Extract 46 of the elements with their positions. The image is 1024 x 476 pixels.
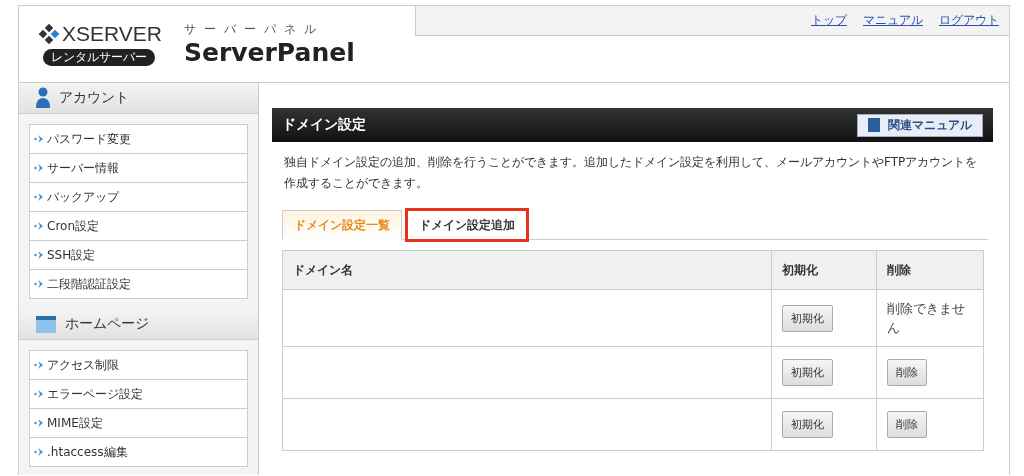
manual-button[interactable]: 関連マニュアル bbox=[857, 113, 983, 137]
menu-item[interactable]: アクセス制限 bbox=[30, 351, 247, 380]
arrow-icon bbox=[34, 163, 44, 173]
reset-button[interactable]: 初期化 bbox=[782, 411, 833, 438]
description: 独自ドメイン設定の追加、削除を行うことができます。追加したドメイン設定を利用して、メールアカウントやFTPアカウントを作成することができます。 bbox=[284, 154, 979, 192]
arrow-icon bbox=[34, 250, 44, 260]
nav-link[interactable]: ログアウト bbox=[939, 12, 999, 29]
column-header: 初期化 bbox=[771, 250, 877, 290]
menu-item[interactable]: エラーページ設定 bbox=[30, 380, 247, 409]
section-title: アカウント bbox=[59, 89, 129, 107]
reset-button[interactable]: 初期化 bbox=[782, 359, 833, 386]
menu-item[interactable]: パスワード変更 bbox=[30, 125, 247, 154]
logo-subtitle: サーバーパネル bbox=[184, 21, 325, 38]
status-text: 削除できません bbox=[887, 300, 966, 337]
menu-item[interactable]: .htaccess編集 bbox=[30, 438, 247, 466]
brand-name: XSERVER bbox=[62, 22, 162, 46]
menu-item[interactable]: サーバー情報 bbox=[30, 154, 247, 183]
window-icon bbox=[35, 314, 57, 334]
arrow-icon bbox=[34, 360, 44, 370]
arrow-icon bbox=[34, 389, 44, 399]
person-icon bbox=[35, 87, 51, 109]
menu-item[interactable]: バックアップ bbox=[30, 183, 247, 212]
arrow-icon bbox=[34, 418, 44, 428]
section-title: ホームページ bbox=[65, 315, 149, 333]
arrow-icon bbox=[34, 221, 44, 231]
diamonds-icon bbox=[39, 24, 59, 44]
reset-button[interactable]: 初期化 bbox=[782, 304, 833, 332]
panel-title: ドメイン設定 bbox=[282, 116, 366, 134]
logo-title: ServerPanel bbox=[184, 38, 355, 67]
nav-link[interactable]: トップ bbox=[811, 12, 847, 29]
tab[interactable]: ドメイン設定追加 bbox=[407, 210, 527, 240]
column-header: ドメイン名 bbox=[282, 250, 772, 290]
book-icon bbox=[868, 118, 880, 132]
arrow-icon bbox=[34, 279, 44, 289]
menu-item[interactable]: Cron設定 bbox=[30, 212, 247, 241]
brand-badge: レンタルサーバー bbox=[43, 49, 155, 66]
arrow-icon bbox=[34, 134, 44, 144]
delete-button[interactable]: 削除 bbox=[887, 359, 927, 386]
delete-button[interactable]: 削除 bbox=[887, 411, 927, 438]
column-header: 削除 bbox=[876, 250, 984, 290]
menu-item[interactable]: 二段階認証設定 bbox=[30, 270, 247, 298]
arrow-icon bbox=[34, 192, 44, 202]
menu-item[interactable]: SSH設定 bbox=[30, 241, 247, 270]
menu-item[interactable]: MIME設定 bbox=[30, 409, 247, 438]
nav-link[interactable]: マニュアル bbox=[863, 12, 923, 29]
arrow-icon bbox=[34, 447, 44, 457]
